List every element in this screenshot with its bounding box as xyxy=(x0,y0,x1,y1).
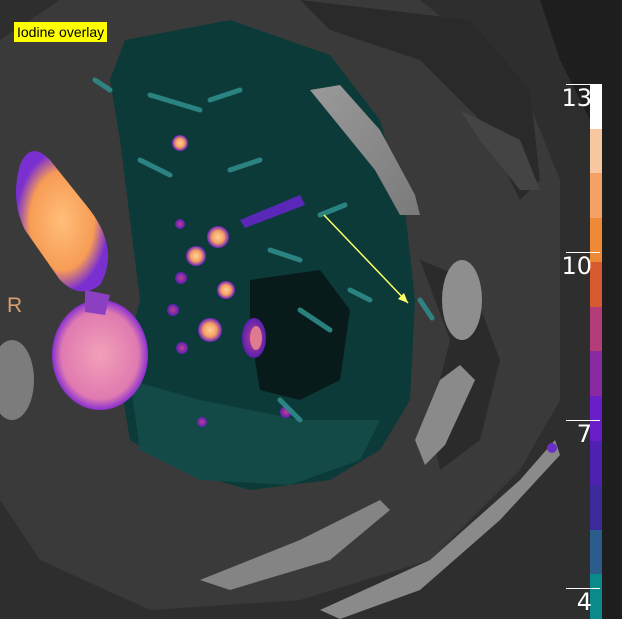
colorbar-tick: 10 xyxy=(561,252,592,280)
colorbar-segment xyxy=(590,351,602,397)
orientation-marker: R xyxy=(7,294,23,317)
ct-image xyxy=(0,0,622,619)
colorbar-segment xyxy=(590,173,602,218)
colorbar-segment xyxy=(590,529,602,575)
colorbar xyxy=(590,84,602,619)
colorbar-segment xyxy=(590,306,602,352)
overlay-label: Iodine overlay xyxy=(14,22,108,42)
colorbar-tick: 4 xyxy=(576,588,592,616)
ct-viewer[interactable]: Iodine overlay R 13 10 7 4 xyxy=(0,0,622,619)
colorbar-tick: 7 xyxy=(576,420,592,448)
colorbar-segment xyxy=(590,485,602,530)
colorbar-segment xyxy=(590,128,602,174)
colorbar-tick: 13 xyxy=(561,84,592,112)
